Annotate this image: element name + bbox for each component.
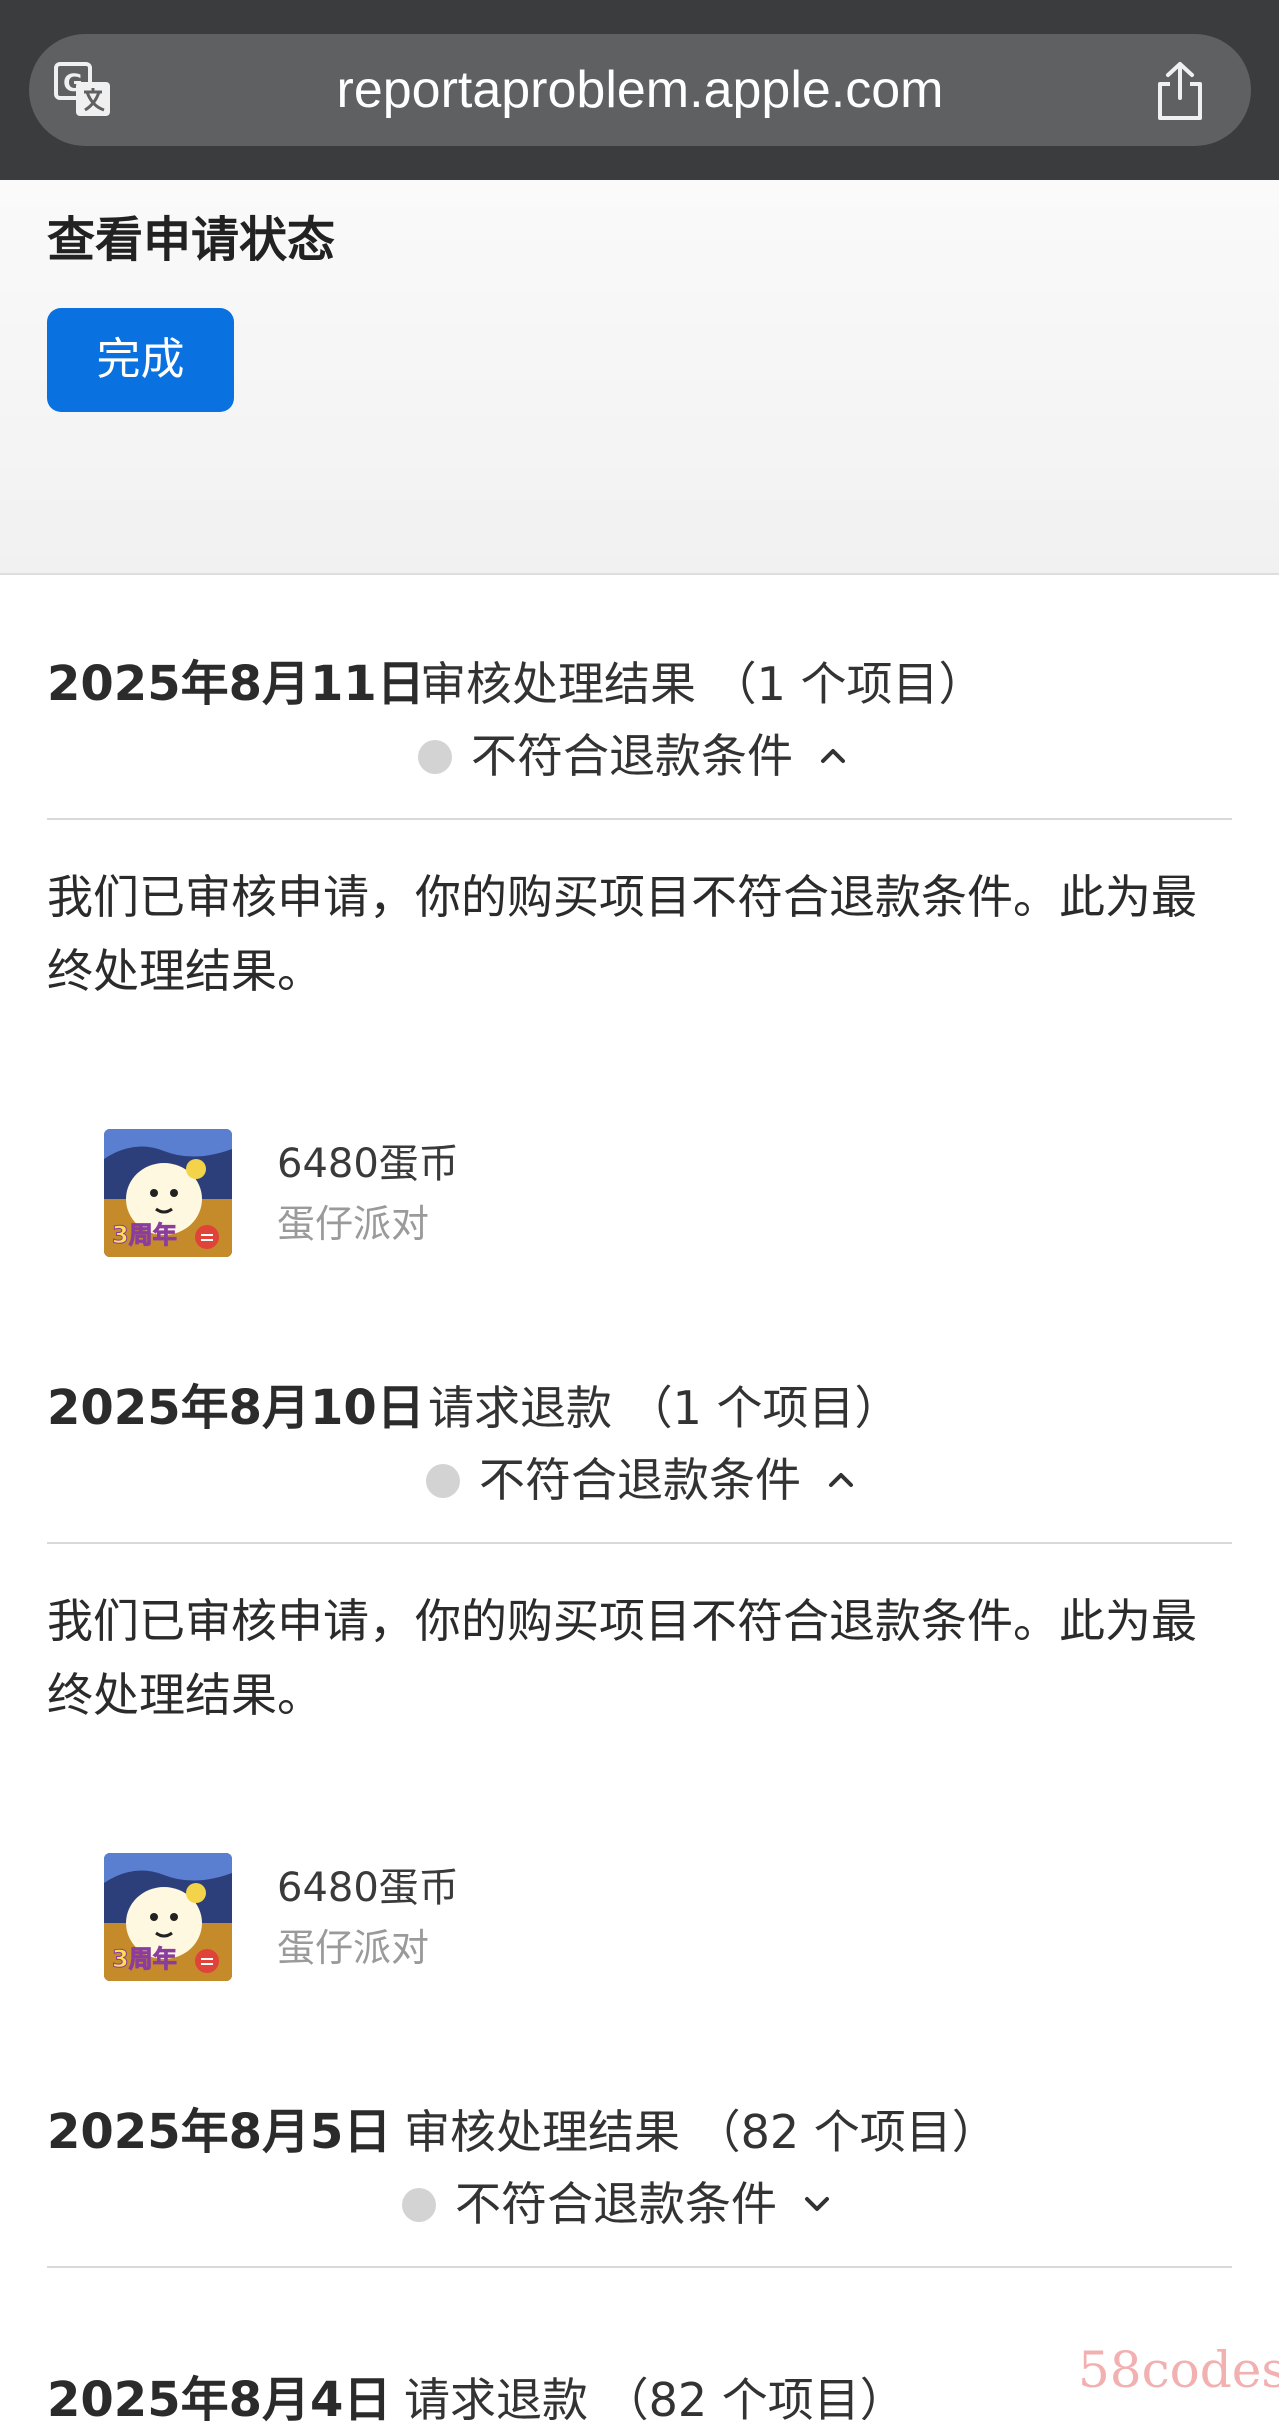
chevron-up-icon xyxy=(821,749,845,763)
done-button[interactable]: 完成 xyxy=(47,308,234,412)
status-label: 不符合退款条件 xyxy=(455,2177,777,2231)
status-dot-icon xyxy=(402,2188,436,2222)
record-type: 请求退款 （82 个项目） xyxy=(404,2373,906,2427)
record-description: 我们已审核申请，你的购买项目不符合退款条件。此为最终处理结果。 xyxy=(47,870,1197,998)
translate-icon[interactable]: G xyxy=(54,62,114,118)
record-date: 2025年8月5日 xyxy=(47,2104,392,2160)
record-type: 请求退款 （1 个项目） xyxy=(428,1381,901,1435)
divider xyxy=(47,1542,1232,1544)
divider xyxy=(47,818,1232,820)
item-name: 6480蛋币 xyxy=(277,1141,459,1187)
record-type: 审核处理结果 （82 个项目） xyxy=(404,2105,998,2159)
status-label: 不符合退款条件 xyxy=(479,1453,801,1507)
chevron-up-icon xyxy=(829,1473,853,1487)
status-dot-icon xyxy=(426,1464,460,1498)
divider xyxy=(47,2266,1232,2268)
item-app-name: 蛋仔派对 xyxy=(277,1202,430,1246)
badge-text: 3周年 xyxy=(112,1945,177,1973)
status-dot-icon xyxy=(418,740,452,774)
chevron-down-icon xyxy=(805,2197,829,2211)
record-date: 2025年8月11日 xyxy=(47,656,425,712)
share-icon[interactable] xyxy=(1150,60,1210,122)
item-name: 6480蛋币 xyxy=(277,1865,459,1911)
app-icon: 3周年 xyxy=(104,1853,232,1981)
record-description: 我们已审核申请，你的购买项目不符合退款条件。此为最终处理结果。 xyxy=(47,1594,1197,1722)
item-app-name: 蛋仔派对 xyxy=(277,1926,430,1970)
record-date: 2025年8月10日 xyxy=(47,1380,425,1436)
record-date: 2025年8月4日 xyxy=(47,2372,392,2428)
status-toggle[interactable]: 不符合退款条件 xyxy=(402,2172,842,2236)
url-text[interactable]: reportaproblem.apple.com xyxy=(250,48,1030,132)
status-label: 不符合退款条件 xyxy=(471,729,793,783)
app-icon: 3周年 xyxy=(104,1129,232,1257)
status-header: 查看申请状态 完成 xyxy=(0,180,1279,575)
browser-toolbar: G reportaproblem.apple.com xyxy=(0,0,1279,180)
record-type: 审核处理结果 （1 个项目） xyxy=(420,657,985,711)
badge-text: 3周年 xyxy=(112,1221,177,1249)
status-toggle[interactable]: 不符合退款条件 xyxy=(426,1448,866,1512)
status-toggle[interactable]: 不符合退款条件 xyxy=(418,724,858,788)
watermark: 58codes xyxy=(1078,2341,1279,2399)
page-title: 查看申请状态 xyxy=(47,212,336,268)
